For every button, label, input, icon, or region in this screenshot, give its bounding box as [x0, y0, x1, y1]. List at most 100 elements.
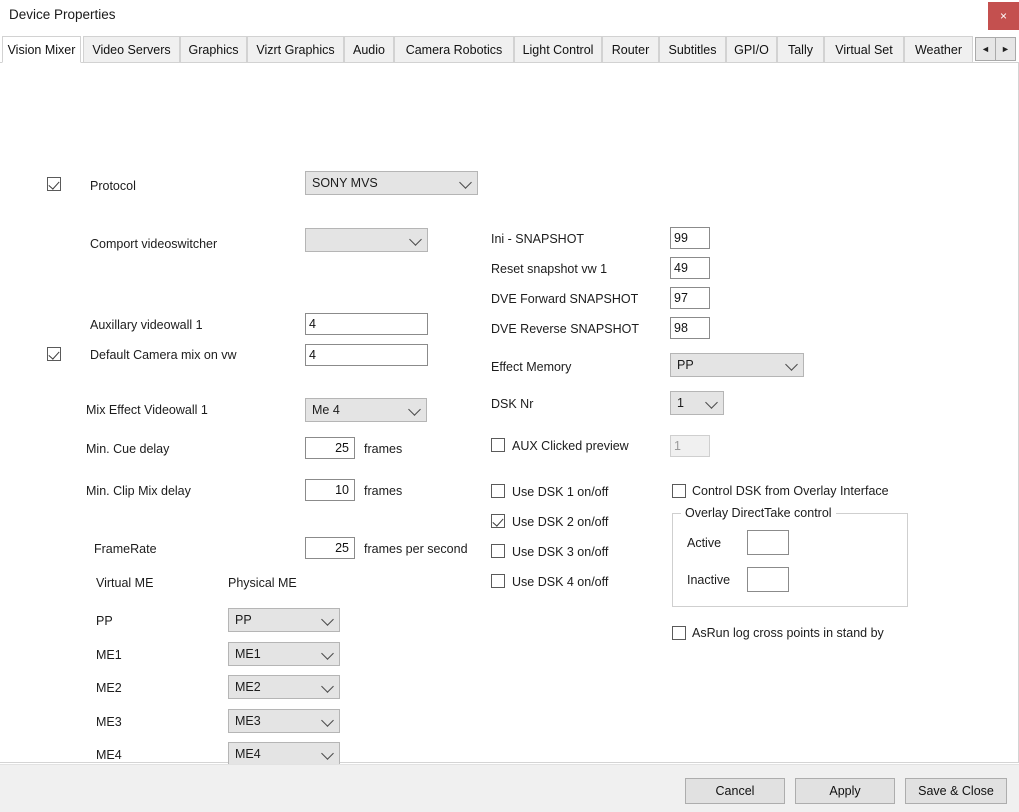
overlay-directtake-group: Overlay DirectTake control Active Inacti… [672, 506, 908, 607]
tab-audio[interactable]: Audio [344, 36, 394, 62]
window-title: Device Properties [9, 7, 116, 22]
tab-gpi-o[interactable]: GPI/O [726, 36, 777, 62]
default-camera-mix-label: Default Camera mix on vw [90, 348, 237, 362]
physical-me-value-3: ME3 [235, 714, 261, 728]
chevron-down-icon [321, 747, 334, 760]
protocol-value: SONY MVS [312, 176, 378, 190]
default-camera-mix-input[interactable]: 4 [305, 344, 428, 366]
dve-forward-snapshot-label: DVE Forward SNAPSHOT [491, 292, 639, 306]
virtual-me-label-0: PP [96, 614, 113, 628]
use-dsk-4-checkbox[interactable] [491, 574, 505, 588]
reset-snapshot-vw1-input[interactable]: 49 [670, 257, 710, 279]
tab-subtitles[interactable]: Subtitles [659, 36, 726, 62]
effect-memory-combobox[interactable]: PP [670, 353, 804, 377]
comport-videoswitcher-label: Comport videoswitcher [90, 237, 218, 251]
default-camera-mix-checkbox[interactable] [47, 347, 61, 361]
chevron-down-icon [321, 714, 334, 727]
asrun-log-label: AsRun log cross points in stand by [692, 626, 884, 640]
effect-memory-value: PP [677, 358, 694, 372]
dialog-footer: Cancel Apply Save & Close [0, 764, 1019, 812]
aux-clicked-preview-input: 1 [670, 435, 710, 457]
tab-vision-mixer[interactable]: Vision Mixer [2, 36, 81, 63]
overlay-inactive-label: Inactive [687, 573, 731, 587]
mix-effect-videowall-1-label: Mix Effect Videowall 1 [86, 403, 208, 417]
tab-light-control[interactable]: Light Control [514, 36, 602, 62]
ini-snapshot-label: Ini - SNAPSHOT [491, 232, 585, 246]
min-clip-mix-delay-unit: frames [364, 484, 403, 498]
min-cue-delay-input[interactable]: 25 [305, 437, 355, 459]
apply-button[interactable]: Apply [795, 778, 895, 804]
chevron-down-icon [408, 403, 421, 416]
reset-snapshot-vw1-label: Reset snapshot vw 1 [491, 262, 608, 276]
physical-me-value-0: PP [235, 613, 252, 627]
vision-mixer-panel: Protocol SONY MVS Comport videoswitcher … [0, 63, 1019, 766]
tab-camera-robotics[interactable]: Camera Robotics [394, 36, 514, 62]
dve-forward-snapshot-input[interactable]: 97 [670, 287, 710, 309]
dve-reverse-snapshot-input[interactable]: 98 [670, 317, 710, 339]
use-dsk-2-label: Use DSK 2 on/off [512, 515, 609, 529]
chevron-down-icon [705, 396, 718, 409]
virtual-me-label-2: ME2 [96, 681, 122, 695]
use-dsk-1-checkbox[interactable] [491, 484, 505, 498]
chevron-down-icon [459, 176, 472, 189]
physical-me-combobox-0[interactable]: PP [228, 608, 340, 632]
use-dsk-1-label: Use DSK 1 on/off [512, 485, 609, 499]
tab-graphics[interactable]: Graphics [180, 36, 247, 62]
control-dsk-overlay-checkbox[interactable] [672, 484, 686, 498]
aux-clicked-preview-checkbox[interactable] [491, 438, 505, 452]
min-clip-mix-delay-label: Min. Clip Mix delay [86, 484, 191, 498]
physical-me-value-2: ME2 [235, 680, 261, 694]
mix-effect-videowall-1-combobox[interactable]: Me 4 [305, 398, 427, 422]
virtual-me-label-1: ME1 [96, 648, 122, 662]
tab-router[interactable]: Router [602, 36, 659, 62]
protocol-checkbox[interactable] [47, 177, 61, 191]
physical-me-combobox-2[interactable]: ME2 [228, 675, 340, 699]
min-clip-mix-delay-input[interactable]: 10 [305, 479, 355, 501]
physical-me-combobox-3[interactable]: ME3 [228, 709, 340, 733]
tab-vizrt-graphics[interactable]: Vizrt Graphics [247, 36, 344, 62]
effect-memory-label: Effect Memory [491, 360, 572, 374]
chevron-down-icon [785, 358, 798, 371]
chevron-down-icon [321, 680, 334, 693]
tab-weather[interactable]: Weather [904, 36, 973, 62]
overlay-active-input[interactable] [747, 530, 789, 555]
use-dsk-2-checkbox[interactable] [491, 514, 505, 528]
mix-effect-videowall-1-value: Me 4 [312, 403, 340, 417]
cancel-button[interactable]: Cancel [685, 778, 785, 804]
tab-virtual-set[interactable]: Virtual Set [824, 36, 904, 62]
virtual-me-label-3: ME3 [96, 715, 122, 729]
control-dsk-overlay-label: Control DSK from Overlay Interface [692, 484, 889, 498]
overlay-inactive-input[interactable] [747, 567, 789, 592]
virtual-me-label-4: ME4 [96, 748, 122, 762]
tab-scroll-next-icon[interactable]: ► [995, 38, 1015, 60]
physical-me-combobox-1[interactable]: ME1 [228, 642, 340, 666]
tab-strip-underline [0, 62, 1019, 63]
close-button[interactable]: × [988, 2, 1019, 30]
comport-videoswitcher-combobox[interactable] [305, 228, 428, 252]
aux-clicked-preview-label: AUX Clicked preview [512, 439, 629, 453]
tab-tally[interactable]: Tally [777, 36, 824, 62]
tab-scroll-prev-icon[interactable]: ◄ [976, 38, 995, 60]
auxillary-videowall-1-input[interactable]: 4 [305, 313, 428, 335]
physical-me-header: Physical ME [228, 576, 297, 590]
protocol-label: Protocol [90, 179, 136, 193]
tab-scroll-nav[interactable]: ◄ ► [975, 37, 1016, 61]
overlay-active-label: Active [687, 536, 722, 550]
ini-snapshot-input[interactable]: 99 [670, 227, 710, 249]
framerate-unit: frames per second [364, 542, 468, 556]
asrun-log-checkbox[interactable] [672, 626, 686, 640]
dsk-nr-label: DSK Nr [491, 397, 534, 411]
chevron-down-icon [321, 613, 334, 626]
tab-video-servers[interactable]: Video Servers [83, 36, 180, 62]
dsk-nr-combobox[interactable]: 1 [670, 391, 724, 415]
dve-reverse-snapshot-label: DVE Reverse SNAPSHOT [491, 322, 639, 336]
use-dsk-3-checkbox[interactable] [491, 544, 505, 558]
physical-me-combobox-4[interactable]: ME4 [228, 742, 340, 766]
save-and-close-button[interactable]: Save & Close [905, 778, 1007, 804]
protocol-combobox[interactable]: SONY MVS [305, 171, 478, 195]
dsk-nr-value: 1 [677, 396, 684, 410]
min-cue-delay-unit: frames [364, 442, 403, 456]
virtual-me-header: Virtual ME [96, 576, 154, 590]
physical-me-value-1: ME1 [235, 647, 261, 661]
framerate-input[interactable]: 25 [305, 537, 355, 559]
